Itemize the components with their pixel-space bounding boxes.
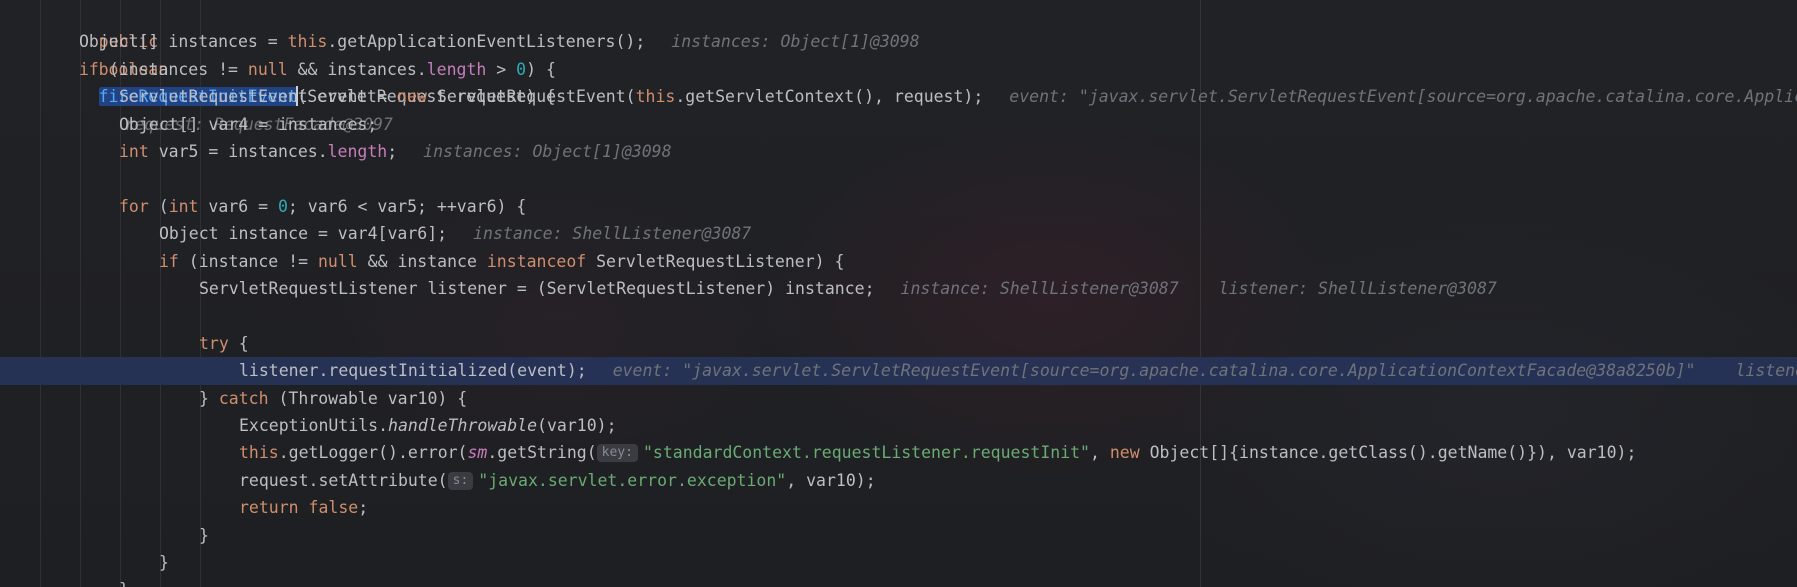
code-text: ;: [358, 498, 369, 518]
number-literal: 0: [516, 59, 527, 79]
debug-inline-value[interactable]: instances: Object[1]@3098: [671, 32, 919, 51]
keyword-catch: catch: [218, 388, 269, 408]
code-line[interactable]: }: [0, 549, 1797, 576]
code-text: var6 =: [198, 196, 278, 216]
debug-inline-value[interactable]: instances: Object[1]@3098: [423, 142, 671, 161]
code-text: ServletRequestEvent(: [426, 87, 636, 107]
code-text: .getApplicationEventListeners();: [327, 32, 646, 52]
static-method-call: handleThrowable: [388, 416, 538, 435]
debug-inline-value[interactable]: event: "javax.servlet.ServletRequestEven…: [1009, 87, 1797, 106]
code-line[interactable]: ExceptionUtils.handleThrowable(var10);: [0, 412, 1797, 439]
current-execution-line[interactable]: listener.requestInitialized(event); event…: [0, 357, 1797, 385]
code-line[interactable]: try {: [0, 330, 1797, 357]
code-text: >: [486, 59, 517, 79]
keyword-new: new: [1109, 443, 1140, 463]
code-line[interactable]: Object[] instances = this.getApplication…: [0, 28, 1797, 55]
code-line[interactable]: [0, 165, 1797, 192]
keyword-return: return: [239, 498, 299, 518]
code-text: ServletRequestEvent event =: [119, 87, 398, 107]
code-line[interactable]: for (int var6 = 0; var6 < var5; ++var6) …: [0, 193, 1797, 220]
code-text: Object[] var4 = instances;: [119, 114, 378, 134]
debug-inline-value[interactable]: listener: ShellListener@3087: [1219, 279, 1497, 298]
code-text: , var10);: [786, 470, 876, 490]
field-length: length: [327, 142, 388, 161]
parameter-name-hint: key:: [596, 444, 638, 463]
code-text: listener.requestInitialized(event);: [239, 361, 587, 381]
code-text: (Throwable var10) {: [268, 388, 468, 408]
code-line[interactable]: } catch (Throwable var10) {: [0, 385, 1797, 412]
keyword-new: new: [397, 87, 427, 107]
keyword-this: this: [287, 32, 328, 52]
code-text: request.setAttribute(: [239, 470, 448, 490]
code-text: && instance: [357, 251, 487, 271]
code-text: Object instance = var4[var6];: [159, 224, 448, 244]
code-text: ) {: [526, 59, 556, 79]
keyword-if: if: [159, 251, 179, 271]
keyword-int: int: [119, 142, 149, 161]
code-editor[interactable]: public boolean fireRequestInitEvent(Serv…: [0, 0, 1797, 587]
code-text: {: [228, 333, 249, 353]
code-text: var5 = instances.: [148, 142, 328, 161]
code-text: Object[] instances =: [79, 32, 288, 52]
code-line[interactable]: [0, 302, 1797, 329]
code-line[interactable]: }: [0, 522, 1797, 549]
code-line[interactable]: Object instance = var4[var6]; instance: S…: [0, 220, 1797, 247]
code-line[interactable]: if (instances != null && instances.lengt…: [0, 56, 1797, 83]
keyword-int: int: [168, 196, 199, 216]
code-text: ; var6 < var5; ++var6) {: [287, 196, 527, 216]
keyword-false: false: [308, 498, 359, 518]
number-literal: 0: [277, 196, 288, 216]
keyword-null: null: [317, 251, 358, 271]
keyword-if: if: [79, 59, 99, 79]
keyword-for: for: [119, 196, 149, 216]
code-text: (instance !=: [178, 251, 318, 271]
code-line[interactable]: this.getLogger().error(sm.getString(key:…: [0, 439, 1797, 466]
debug-inline-value[interactable]: listener: ShellListener@3087: [1735, 361, 1797, 380]
code-text: }: [199, 388, 219, 408]
keyword-this: this: [635, 87, 676, 107]
keyword-instanceof: instanceof: [486, 251, 587, 271]
debug-inline-value[interactable]: instance: ShellListener@3087: [901, 279, 1179, 298]
code-line[interactable]: ServletRequestEvent event = new ServletR…: [0, 83, 1797, 110]
code-line[interactable]: ServletRequestListener listener = (Servl…: [0, 275, 1797, 302]
keyword-null: null: [247, 59, 288, 79]
code-text: }: [199, 525, 209, 545]
code-line[interactable]: int var5 = instances.length; instances: O…: [0, 138, 1797, 165]
string-literal: "standardContext.requestListener.request…: [642, 443, 1090, 463]
parameter-name-hint: s:: [447, 471, 474, 490]
code-line[interactable]: }: [0, 576, 1797, 587]
code-text: (: [148, 196, 169, 216]
code-text: ;: [387, 142, 398, 161]
code-line[interactable]: request.setAttribute(s: "javax.servlet.er…: [0, 467, 1797, 494]
code-line[interactable]: Object[] var4 = instances;: [0, 111, 1797, 138]
code-text: (var10);: [537, 416, 617, 435]
code-text: ,: [1090, 443, 1110, 463]
string-literal: "javax.servlet.error.exception": [478, 470, 787, 490]
keyword-this: this: [239, 443, 279, 463]
code-text: .getLogger().error(: [278, 443, 468, 463]
code-line[interactable]: return false;: [0, 494, 1797, 521]
code-text: .getString(: [487, 443, 597, 463]
code-text: ServletRequestListener) {: [586, 251, 845, 271]
code-line[interactable]: public boolean fireRequestInitEvent(Serv…: [0, 1, 1797, 134]
keyword-try: try: [199, 333, 229, 353]
code-text: (instances !=: [98, 59, 248, 79]
code-text: && instances.: [287, 59, 427, 79]
static-field-sm: sm: [467, 443, 488, 463]
code-text: }: [119, 576, 129, 587]
code-line[interactable]: if (instance != null && instance instanc…: [0, 248, 1797, 275]
debug-inline-value[interactable]: event: "javax.servlet.ServletRequestEven…: [613, 361, 1696, 380]
field-length: length: [426, 59, 487, 79]
code-text: Object[]{instance.getClass().getName()})…: [1139, 443, 1637, 463]
code-text: ExceptionUtils.: [239, 416, 389, 435]
code-text: ServletRequestListener listener = (Servl…: [199, 279, 875, 298]
code-text: .getServletContext(), request);: [675, 87, 984, 107]
debug-inline-value[interactable]: instance: ShellListener@3087: [473, 224, 751, 243]
code-text: }: [159, 553, 169, 572]
